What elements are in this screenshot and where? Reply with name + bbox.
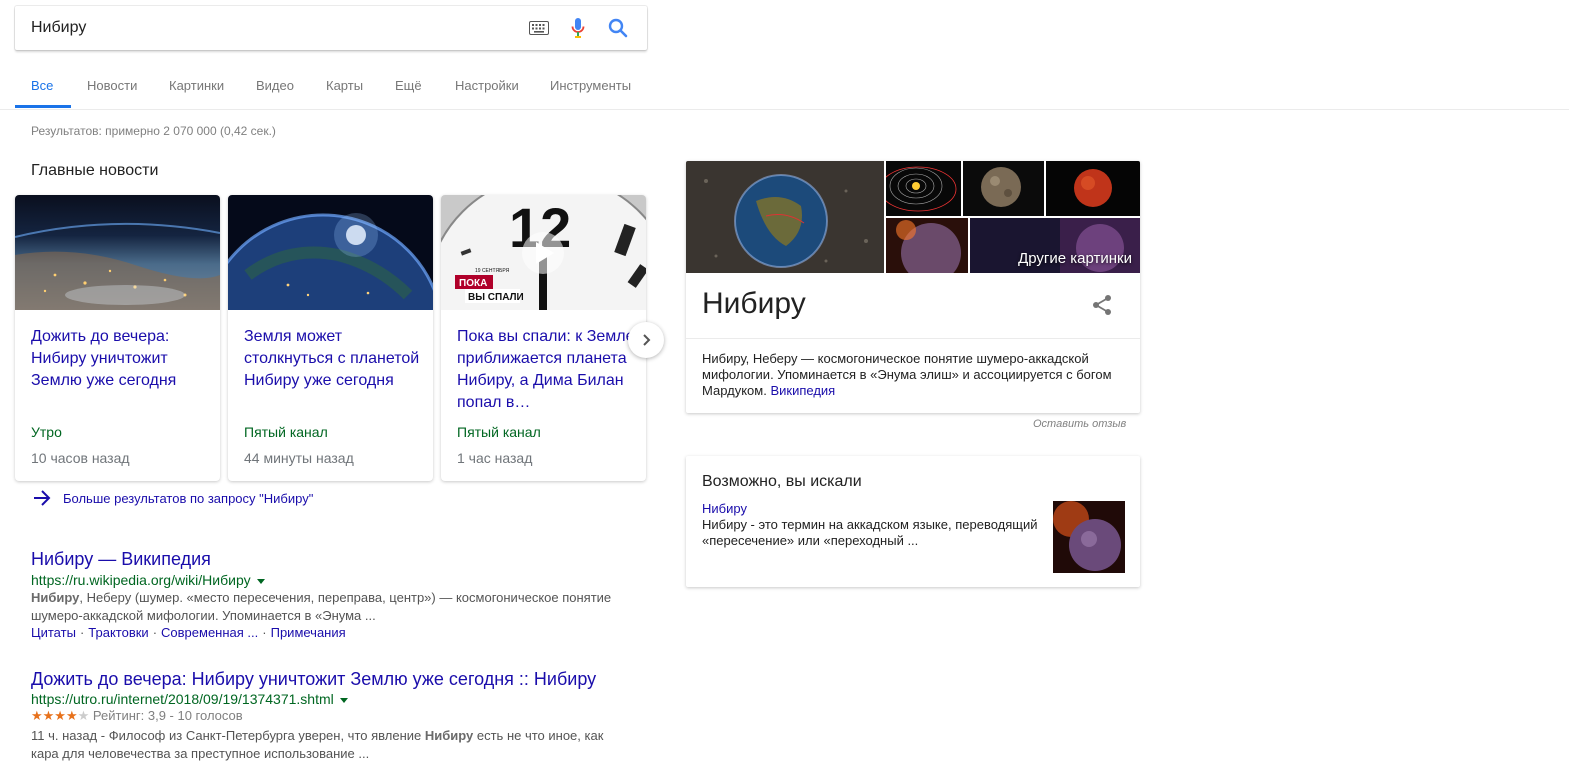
- tab-tools[interactable]: Инструменты: [550, 78, 631, 93]
- thumb-caption-2: ВЫ СПАЛИ: [468, 292, 524, 303]
- news-card[interactable]: Земля может столкнуться с планетой Нибир…: [228, 195, 433, 481]
- news-source: Пятый канал: [244, 424, 328, 440]
- microphone-icon[interactable]: [566, 16, 590, 40]
- more-images-link[interactable]: Другие картинки: [1018, 250, 1132, 267]
- carousel-next-button[interactable]: [628, 322, 664, 358]
- news-source: Утро: [31, 424, 62, 440]
- thumb-caption-3: 19 СЕНТЯБРЯ: [475, 268, 510, 274]
- people-also-search-image[interactable]: [1053, 501, 1125, 573]
- chevron-right-icon: [643, 334, 651, 346]
- snippet-highlight: Нибиру: [424, 728, 474, 743]
- search-box: [15, 6, 647, 50]
- news-time: 10 часов назад: [31, 450, 130, 466]
- sitelink[interactable]: Современная ...: [161, 625, 258, 640]
- snippet-highlight: Нибиру: [31, 590, 80, 605]
- search-input[interactable]: [31, 6, 511, 50]
- rating-stars: ★★★★★: [31, 708, 90, 723]
- news-card[interactable]: 12 ПОКА ВЫ СПАЛИ 19 СЕНТЯБРЯ Пока вы спа…: [441, 195, 646, 481]
- result-stats: Результатов: примерно 2 070 000 (0,42 се…: [31, 124, 276, 138]
- people-also-search-panel: Возможно, вы искали Нибиру Нибиру - это …: [686, 456, 1140, 587]
- arrow-right-icon: [34, 490, 51, 506]
- top-stories-title: Главные новости: [31, 162, 159, 179]
- more-news-label[interactable]: Больше результатов по запросу "Нибиру": [63, 491, 313, 506]
- result-snippet: 11 ч. назад - Философ из Санкт-Петербург…: [31, 728, 604, 761]
- tab-more[interactable]: Ещё: [395, 78, 422, 93]
- result-url[interactable]: https://ru.wikipedia.org/wiki/Нибиру: [31, 572, 265, 588]
- more-news-link[interactable]: Больше результатов по запросу "Нибиру": [33, 490, 313, 506]
- planet-image[interactable]: [886, 218, 968, 273]
- snippet-text: , Неберу (шумер. «место пересечения, пер…: [31, 590, 612, 623]
- active-tab-indicator: [15, 105, 71, 108]
- knowledge-panel-images: Другие картинки: [686, 161, 1140, 273]
- planet-image[interactable]: [686, 161, 884, 273]
- tab-news[interactable]: Новости: [87, 78, 137, 93]
- news-headline[interactable]: Дожить до вечера: Нибиру уничтожит Землю…: [31, 326, 209, 392]
- planet-image[interactable]: [886, 161, 961, 216]
- dropdown-arrow-icon[interactable]: [339, 697, 348, 703]
- sitelink[interactable]: Цитаты: [31, 625, 76, 640]
- keyboard-icon[interactable]: [527, 16, 551, 40]
- result-url-text[interactable]: https://ru.wikipedia.org/wiki/Нибиру: [31, 572, 251, 588]
- sitelinks: Цитаты · Трактовки · Современная ... · Примеча…: [31, 625, 346, 640]
- tab-all[interactable]: Все: [31, 78, 53, 93]
- news-source: Пятый канал: [457, 424, 541, 440]
- search-icon[interactable]: [606, 16, 630, 40]
- divider: [686, 338, 1140, 339]
- people-also-search-snippet: Нибиру - это термин на аккадском языке, …: [702, 517, 1038, 548]
- result-url[interactable]: https://utro.ru/internet/2018/09/19/1374…: [31, 691, 348, 707]
- news-thumbnail: [228, 195, 433, 310]
- knowledge-panel: Другие картинки Нибиру Нибиру, Неберу — …: [686, 161, 1140, 413]
- feedback-link[interactable]: Оставить отзыв: [1033, 418, 1126, 430]
- people-also-search-link[interactable]: Нибиру: [702, 501, 747, 516]
- search-tabs: Все Новости Картинки Видео Карты Ещё Нас…: [0, 68, 1569, 110]
- news-time: 44 минуты назад: [244, 450, 354, 466]
- news-headline[interactable]: Земля может столкнуться с планетой Нибир…: [244, 326, 422, 392]
- tab-settings[interactable]: Настройки: [455, 78, 519, 93]
- news-card[interactable]: Дожить до вечера: Нибиру уничтожит Землю…: [15, 195, 220, 481]
- news-headline[interactable]: Пока вы спали: к Земле приближается план…: [457, 326, 635, 414]
- planet-image[interactable]: [963, 161, 1044, 216]
- dropdown-arrow-icon[interactable]: [256, 578, 265, 584]
- result-rating: ★★★★★ Рейтинг: 3,9 - 10 голосов: [31, 708, 243, 724]
- share-icon[interactable]: [1092, 294, 1112, 321]
- result-url-text[interactable]: https://utro.ru/internet/2018/09/19/1374…: [31, 691, 334, 707]
- result-title[interactable]: Дожить до вечера: Нибиру уничтожит Землю…: [31, 669, 596, 690]
- news-thumbnail: 12 ПОКА ВЫ СПАЛИ 19 СЕНТЯБРЯ: [441, 195, 646, 310]
- news-time: 1 час назад: [457, 450, 533, 466]
- tab-maps[interactable]: Карты: [326, 78, 363, 93]
- knowledge-panel-description: Нибиру, Неберу — космогоническое понятие…: [702, 351, 1112, 398]
- news-thumbnail: [15, 195, 220, 310]
- rating-text: Рейтинг: 3,9 - 10 голосов: [92, 708, 243, 723]
- people-also-search-title: Возможно, вы искали: [702, 473, 862, 490]
- tab-images[interactable]: Картинки: [169, 78, 224, 93]
- wikipedia-link[interactable]: Википедия: [770, 383, 835, 398]
- sitelink[interactable]: Трактовки: [88, 625, 148, 640]
- knowledge-panel-title: Нибиру: [702, 287, 806, 320]
- thumb-caption-1: ПОКА: [459, 278, 487, 289]
- result-snippet: Нибиру, Неберу (шумер. «место пересечени…: [31, 589, 621, 625]
- sitelink[interactable]: Примечания: [271, 625, 346, 640]
- result-title[interactable]: Нибиру — Википедия: [31, 549, 211, 570]
- planet-image[interactable]: Другие картинки: [970, 218, 1140, 273]
- planet-image[interactable]: [1046, 161, 1140, 216]
- tab-videos[interactable]: Видео: [256, 78, 294, 93]
